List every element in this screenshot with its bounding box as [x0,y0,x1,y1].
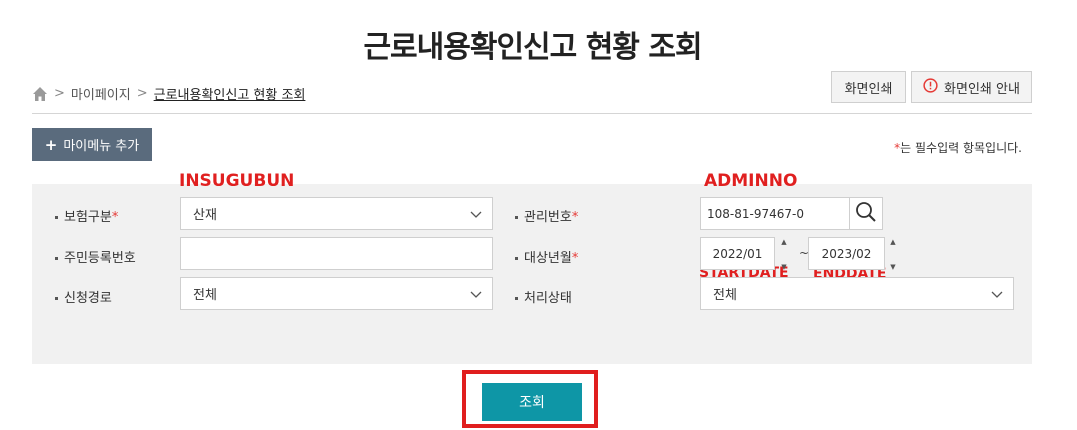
chevron-down-icon [991,288,1003,304]
arrow-up-icon[interactable]: ▲ [781,238,786,246]
chevron-right-icon: > [54,86,65,101]
start-date-spinner[interactable]: ▲ ▼ [779,238,789,271]
add-mymenu-button[interactable]: + 마이메뉴 추가 [32,128,152,161]
admin-no-label: 관리번호* [515,206,578,225]
divider [32,113,1032,114]
end-date-input[interactable]: 2023/02 [808,237,885,270]
start-date-input[interactable]: 2022/01 [700,237,775,270]
home-icon[interactable] [32,86,48,102]
plus-icon: + [44,135,58,154]
status-select[interactable]: 전체 [700,277,1014,310]
chevron-down-icon [470,288,482,304]
page-title: 근로내용확인신고 현황 조회 [363,30,702,65]
print-button-label: 화면인쇄 [844,81,893,97]
arrow-down-icon[interactable]: ▼ [781,263,786,271]
arrow-up-icon[interactable]: ▲ [890,238,895,246]
search-button-label: 조회 [519,395,545,411]
print-guide-button[interactable]: 화면인쇄 안내 [911,71,1032,103]
target-month-label: 대상년월* [515,247,578,266]
print-guide-label: 화면인쇄 안내 [944,81,1020,97]
required-notice: *는 필수입력 항목입니다. [894,139,1022,156]
end-date-value: 2023/02 [821,246,872,261]
status-value: 전체 [713,288,737,303]
breadcrumb-item-mypage[interactable]: 마이페이지 [71,84,131,103]
channel-select[interactable]: 전체 [180,277,493,310]
status-label: 처리상태 [515,287,572,306]
admin-no-input[interactable]: 108-81-97467-0 [700,197,850,230]
channel-value: 전체 [193,288,217,303]
search-icon [855,201,877,227]
breadcrumb-item-current[interactable]: 근로내용확인신고 현황 조회 [154,84,306,103]
annotation-insugubun: INSUGUBUN [179,171,295,191]
end-date-spinner[interactable]: ▲ ▼ [888,238,898,271]
print-button[interactable]: 화면인쇄 [831,71,906,103]
admin-no-value: 108-81-97467-0 [707,206,804,221]
add-mymenu-label: 마이메뉴 추가 [63,139,140,154]
chevron-down-icon [470,208,482,224]
chevron-right-icon: > [136,86,148,101]
alert-icon [923,77,938,97]
search-button[interactable]: 조회 [482,383,582,421]
annotation-adminno: ADMINNO [704,171,798,191]
insurance-type-select[interactable]: 산재 [180,197,493,230]
required-notice-text: 는 필수입력 항목입니다. [900,141,1022,155]
start-date-value: 2022/01 [712,246,763,261]
resident-no-input[interactable] [180,237,493,270]
resident-no-label: 주민등록번호 [55,247,136,266]
admin-no-search-button[interactable] [849,197,883,230]
insurance-type-label: 보험구분* [55,206,118,225]
channel-label: 신청경로 [55,287,112,306]
breadcrumb: > 마이페이지 > 근로내용확인신고 현황 조회 [32,84,305,103]
arrow-down-icon[interactable]: ▼ [890,263,895,271]
insurance-type-value: 산재 [193,208,217,223]
